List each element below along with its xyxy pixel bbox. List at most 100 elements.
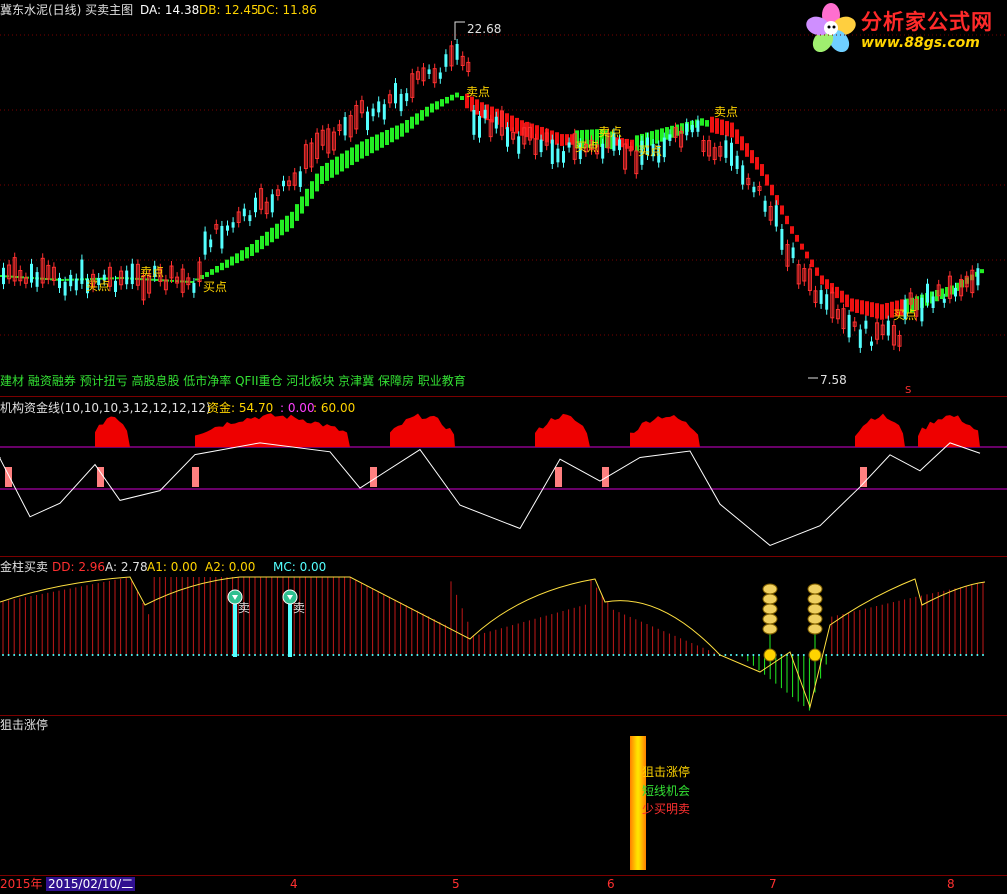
baseline-dot	[898, 654, 900, 656]
fund-area	[630, 415, 700, 447]
ribbon-segment	[810, 259, 814, 268]
baseline-dot	[517, 654, 520, 656]
baseline-dot	[382, 654, 385, 656]
candlestick-chart[interactable]	[0, 0, 1007, 396]
ribbon-segment	[355, 144, 359, 162]
ribbon-segment	[530, 123, 534, 139]
baseline-dot	[46, 654, 49, 656]
current-date-label[interactable]: 2015/02/10/二	[46, 877, 136, 891]
baseline-dot	[354, 654, 357, 656]
baseline-dot	[690, 654, 693, 656]
baseline-dot	[802, 654, 805, 656]
baseline-dot	[405, 654, 408, 656]
candle-body	[63, 281, 67, 296]
ribbon-segment	[750, 150, 754, 164]
year-label: 2015年	[0, 877, 43, 891]
golden-bar-chart[interactable]	[0, 557, 1007, 715]
panel-divider-3	[0, 715, 1007, 716]
ribbon-segment	[845, 294, 849, 308]
ribbon-segment	[515, 117, 519, 134]
candle-body	[774, 205, 778, 227]
baseline-dot	[741, 654, 744, 656]
candle-body	[343, 117, 347, 136]
candle-body	[478, 115, 481, 138]
baseline-dot	[646, 654, 648, 656]
baseline-dot	[181, 654, 184, 656]
ribbon-segment	[230, 256, 234, 266]
ribbon-segment	[860, 300, 864, 315]
baseline-dot	[959, 654, 962, 656]
month-tick-label: 5	[452, 877, 460, 891]
sell-label: 卖	[238, 601, 251, 615]
ribbon-segment	[390, 127, 394, 143]
baseline-dot	[724, 654, 727, 656]
baseline-dot	[164, 654, 167, 656]
ribbon-segment	[770, 184, 774, 196]
baseline-dot	[444, 654, 447, 656]
baseline-dot	[534, 654, 536, 656]
baseline-dot	[752, 654, 755, 656]
candle-body	[371, 108, 375, 117]
date-axis: 2015年 2015/02/10/二 4 5 6 7 8	[0, 875, 1007, 894]
ribbon-segment	[325, 162, 329, 181]
ribbon-segment	[710, 116, 714, 133]
ribbon-segment	[180, 280, 184, 283]
candle-body	[69, 274, 73, 287]
baseline-dot	[427, 654, 430, 656]
candle-body	[203, 231, 207, 255]
baseline-dot	[304, 654, 307, 656]
baseline-dot	[567, 654, 570, 656]
baseline-dot	[97, 654, 100, 656]
ribbon-segment	[420, 110, 424, 121]
ribbon-segment	[300, 196, 304, 214]
candle-body	[562, 151, 565, 163]
candle-body	[427, 69, 431, 75]
ribbon-segment	[295, 204, 299, 221]
a2-value: A2: 0.00	[205, 560, 256, 574]
a1-value: A1: 0.00	[147, 560, 198, 574]
candle-body	[668, 134, 672, 142]
baseline-dot	[612, 654, 615, 656]
pink-signal-box	[97, 467, 104, 487]
baseline-dot	[858, 654, 861, 656]
baseline-dot	[242, 654, 245, 656]
baseline-dot	[259, 654, 262, 656]
baseline-dot	[797, 654, 800, 656]
candle-body	[685, 123, 689, 136]
baseline-dot	[511, 654, 514, 656]
baseline-dot	[175, 654, 178, 656]
ribbon-segment	[205, 272, 209, 277]
baseline-dot	[158, 654, 161, 656]
month-tick-label: 7	[769, 877, 777, 891]
baseline-dot	[606, 654, 609, 656]
baseline-dot	[248, 654, 251, 656]
fund-area	[195, 413, 350, 447]
baseline-dot	[870, 654, 872, 656]
baseline-dot	[80, 654, 83, 656]
ribbon-segment	[950, 285, 954, 295]
ribbon-segment	[455, 92, 459, 98]
baseline-dot	[926, 654, 928, 656]
baseline-dot	[674, 654, 676, 656]
concept-tags: 建材 融资融券 预计扭亏 高股息股 低市净率 QFII重仓 河北板块 京津冀 保…	[0, 374, 466, 388]
ribbon-segment	[795, 234, 799, 242]
signal-label: 买点	[575, 140, 600, 154]
fund-flow-chart[interactable]	[0, 397, 1007, 557]
baseline-dot	[702, 654, 704, 656]
ribbon-segment	[395, 125, 399, 140]
baseline-dot	[69, 654, 72, 656]
ribbon-segment	[865, 301, 869, 316]
baseline-dot	[522, 654, 525, 656]
ribbon-segment	[800, 243, 804, 250]
candle-body	[601, 143, 605, 159]
baseline-dot	[343, 654, 346, 656]
baseline-dot	[321, 654, 324, 656]
sell-pin	[233, 601, 237, 657]
ribbon-segment	[305, 188, 309, 207]
baseline-dot	[735, 654, 738, 656]
pink-signal-box	[602, 467, 609, 487]
candle-body	[220, 225, 224, 249]
baseline-dot	[63, 654, 66, 656]
coin-icon	[807, 623, 823, 635]
baseline-dot	[836, 654, 839, 656]
